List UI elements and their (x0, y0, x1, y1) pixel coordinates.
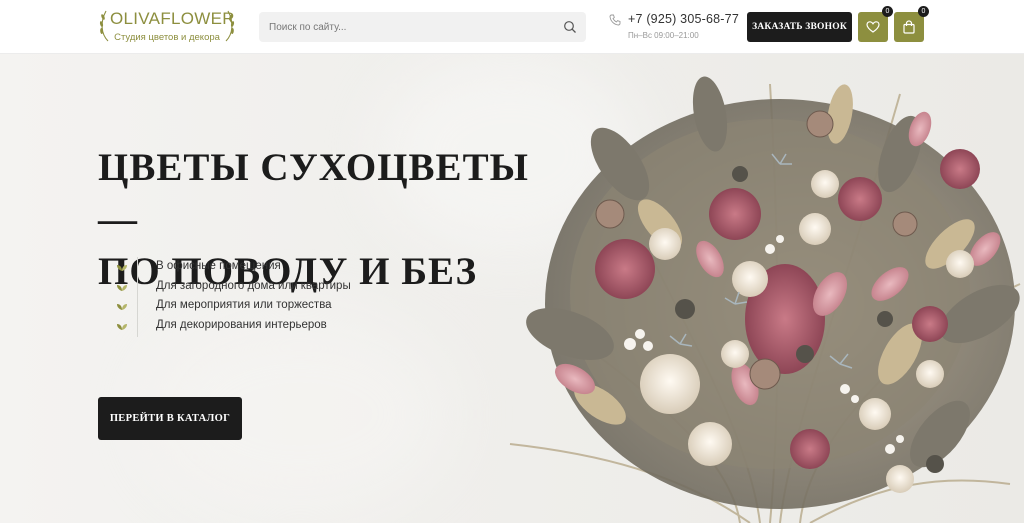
logo[interactable]: OLIVAFLOWER Студия цветов и декора (98, 8, 236, 46)
search-box (259, 12, 586, 42)
callback-button[interactable]: ЗАКАЗАТЬ ЗВОНОК (747, 12, 852, 42)
feature-text: Для загородного дома или квартиры (156, 279, 351, 292)
feature-text: Для мероприятия или торжества (156, 299, 332, 311)
go-to-catalog-button[interactable]: ПЕРЕЙТИ В КАТАЛОГ (98, 397, 242, 440)
cart-button[interactable]: 0 (894, 6, 929, 42)
logo-subtitle: Студия цветов и декора (114, 32, 220, 43)
heart-icon (866, 21, 880, 33)
wishlist-button[interactable]: 0 (858, 6, 893, 42)
search-input[interactable] (259, 12, 554, 42)
phone-number[interactable]: +7 (925) 305-68-77 (628, 12, 739, 26)
feature-text: Для декорирования интерьеров (156, 318, 327, 331)
logo-name: OLIVAFLOWER (110, 9, 235, 28)
leaf-icon (117, 304, 127, 310)
laurel-left-icon (99, 10, 109, 42)
hero-banner: ЦВЕТЫ СУХОЦВЕТЫ — ПО ПОВОДУ И БЕЗ В офис… (0, 54, 1024, 523)
wishlist-count-badge: 0 (882, 6, 893, 17)
feature-text: В офисные помещения (156, 260, 281, 272)
working-hours: Пн–Вс 09:00–21:00 (628, 31, 699, 40)
phone-icon (609, 14, 621, 26)
features-divider (137, 257, 138, 337)
cart-count-badge: 0 (918, 6, 929, 17)
leaf-icon (117, 265, 127, 271)
search-icon[interactable] (563, 20, 577, 34)
site-header: OLIVAFLOWER Студия цветов и декора +7 (9… (0, 0, 1024, 54)
leaf-icon (117, 323, 127, 330)
leaf-icon (117, 284, 127, 291)
bag-icon (903, 20, 915, 34)
laurel-right-icon (225, 10, 235, 42)
hero-title-line: ЦВЕТЫ СУХОЦВЕТЫ — (98, 146, 529, 241)
hero-title: ЦВЕТЫ СУХОЦВЕТЫ — ПО ПОВОДУ И БЕЗ (98, 142, 578, 298)
